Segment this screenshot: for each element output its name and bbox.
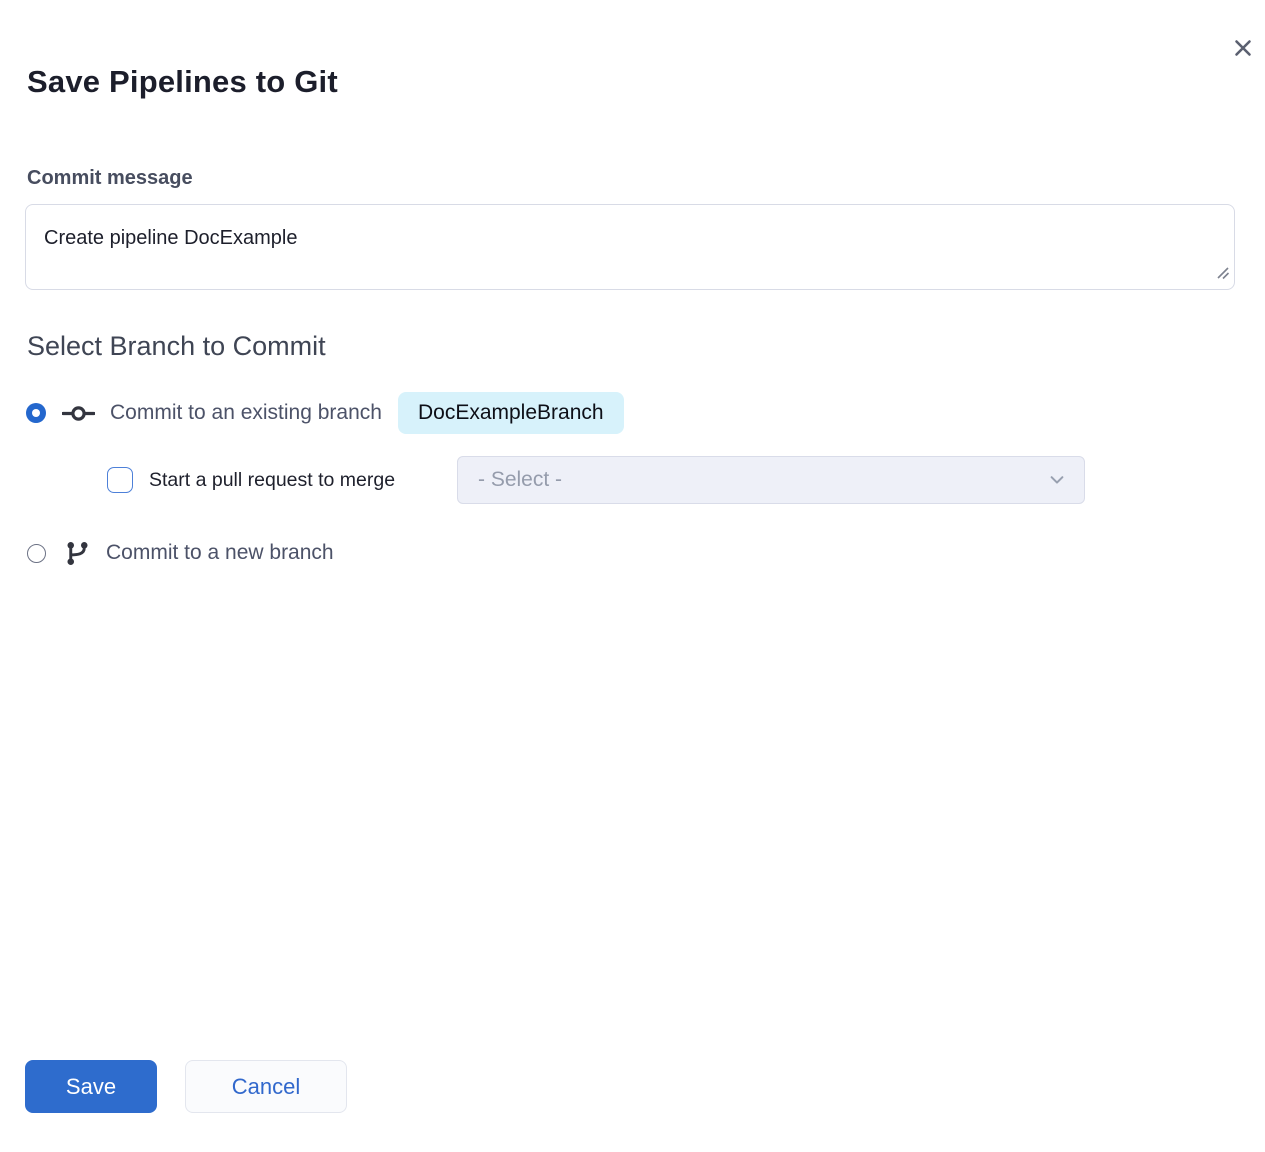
close-button[interactable] <box>1229 34 1257 62</box>
close-icon <box>1231 36 1255 60</box>
pull-request-label[interactable]: Start a pull request to merge <box>149 469 395 492</box>
save-pipelines-dialog: Save Pipelines to Git Commit message Cre… <box>0 0 1265 1152</box>
chevron-down-icon <box>1048 471 1066 489</box>
git-branch-icon <box>64 540 91 567</box>
existing-branch-radio[interactable] <box>26 403 46 423</box>
existing-branch-option-row: Commit to an existing branch DocExampleB… <box>26 392 624 434</box>
commit-message-field: Create pipeline DocExample <box>25 204 1235 290</box>
branch-badge: DocExampleBranch <box>398 392 624 434</box>
commit-message-input[interactable]: Create pipeline DocExample <box>25 204 1235 290</box>
dialog-footer: Save Cancel <box>25 1060 347 1113</box>
merge-target-select[interactable]: - Select - <box>457 456 1085 504</box>
dialog-title: Save Pipelines to Git <box>27 64 338 100</box>
branch-section-heading: Select Branch to Commit <box>27 331 326 362</box>
commit-message-label: Commit message <box>27 167 193 190</box>
save-button[interactable]: Save <box>25 1060 157 1113</box>
cancel-button[interactable]: Cancel <box>185 1060 347 1113</box>
new-branch-label[interactable]: Commit to a new branch <box>106 541 334 565</box>
merge-target-placeholder: - Select - <box>478 468 1048 492</box>
existing-branch-label[interactable]: Commit to an existing branch <box>110 401 382 425</box>
pull-request-checkbox[interactable] <box>107 467 133 493</box>
pull-request-row: Start a pull request to merge <box>107 456 395 504</box>
new-branch-option-row: Commit to a new branch <box>27 532 334 574</box>
git-commit-icon <box>62 402 95 425</box>
new-branch-radio[interactable] <box>27 544 46 563</box>
